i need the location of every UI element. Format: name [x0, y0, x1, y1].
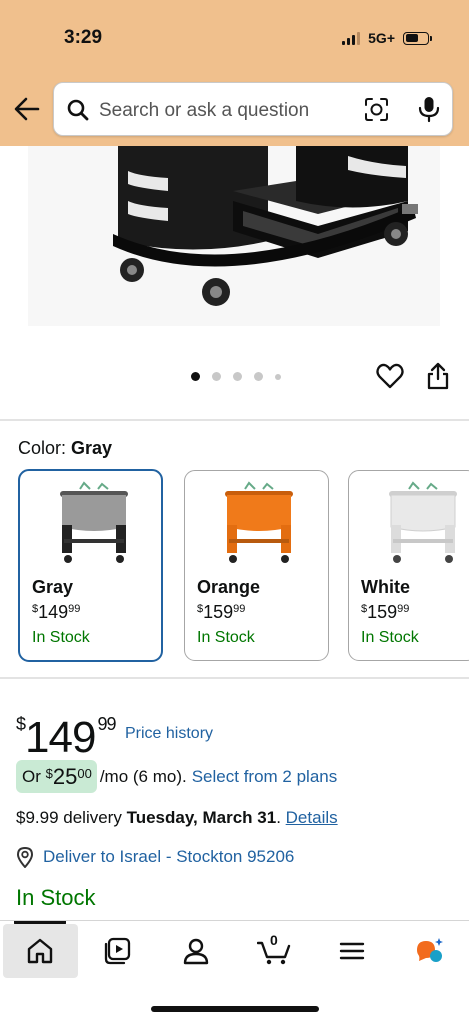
swatch-price: $15999	[197, 602, 246, 622]
cart-count: 0	[270, 932, 278, 948]
delivery-date: Tuesday, March 31	[126, 808, 277, 827]
delivery-details-link[interactable]: Details	[286, 808, 338, 827]
microphone-icon[interactable]	[416, 95, 442, 123]
delivery-info: $9.99 delivery Tuesday, March 31. Detail…	[16, 808, 338, 827]
location-pin-icon	[16, 846, 34, 868]
account-icon[interactable]	[181, 936, 211, 966]
select-plans-link[interactable]: Select from 2 plans	[192, 767, 338, 787]
page-dot[interactable]	[275, 373, 281, 380]
camera-lens-icon[interactable]	[364, 97, 389, 122]
image-pagination	[191, 372, 281, 381]
swatch-name: Orange	[197, 577, 261, 597]
heart-icon[interactable]	[376, 363, 404, 389]
product-price: $149 99	[16, 713, 116, 762]
monthly-price-pill: Or $2500	[16, 760, 97, 793]
color-swatch-orange[interactable]: Orange $15999 In Stock	[184, 470, 329, 661]
section-divider	[0, 677, 469, 679]
search-bar[interactable]: Search or ask a question	[53, 82, 453, 136]
swatch-price: $14999	[32, 602, 81, 622]
swatch-stock: In Stock	[361, 629, 419, 646]
deliver-to-text[interactable]: Deliver to Israel - Stockton 95206	[43, 847, 294, 867]
swatch-name: White	[361, 577, 410, 597]
back-arrow-icon[interactable]	[12, 94, 42, 124]
monthly-payment: Or $2500 /mo (6 mo). Select from 2 plans	[16, 760, 337, 793]
swatch-stock: In Stock	[32, 629, 90, 646]
status-time: 3:29	[64, 27, 103, 48]
bottom-navigation: 0	[0, 920, 469, 1020]
section-divider	[0, 419, 469, 421]
search-input[interactable]: Search or ask a question	[99, 100, 309, 122]
white-cooler-thumbnail	[389, 481, 457, 563]
swatch-stock: In Stock	[197, 629, 255, 646]
cooler-cart-image	[28, 146, 440, 326]
availability-status: In Stock	[16, 885, 96, 910]
page-dot[interactable]	[212, 372, 221, 381]
network-type: 5G+	[368, 30, 395, 46]
video-icon[interactable]	[103, 936, 133, 966]
gray-cooler-thumbnail	[60, 481, 128, 563]
status-indicators: 5G+	[342, 30, 432, 46]
home-indicator-bar	[151, 1006, 319, 1012]
search-icon	[67, 99, 89, 121]
top-header: 3:29 5G+ Search or ask a question	[0, 0, 469, 146]
orange-cooler-thumbnail	[225, 481, 293, 563]
rufus-icon[interactable]	[414, 936, 444, 966]
signal-icon	[342, 31, 361, 45]
home-icon[interactable]	[25, 936, 55, 966]
share-icon[interactable]	[426, 362, 450, 390]
page-dot[interactable]	[254, 372, 263, 381]
battery-icon	[403, 31, 432, 45]
menu-icon[interactable]	[337, 936, 367, 966]
swatch-price: $15999	[361, 602, 410, 622]
page-dot[interactable]	[233, 372, 242, 381]
color-label-text: Color:	[18, 438, 67, 458]
selected-color: Gray	[71, 438, 113, 458]
deliver-to-location[interactable]: Deliver to Israel - Stockton 95206	[16, 846, 294, 868]
monthly-terms: /mo (6 mo).	[99, 766, 187, 786]
color-swatch-gray[interactable]: Gray $14999 In Stock	[18, 469, 163, 662]
swatch-name: Gray	[32, 577, 74, 597]
color-swatch-white[interactable]: White $15999 In Stock	[348, 470, 469, 661]
page-dot[interactable]	[191, 372, 200, 381]
price-history-link[interactable]: Price history	[125, 725, 213, 743]
color-label: Color: Gray	[18, 438, 112, 459]
product-image[interactable]	[28, 146, 440, 326]
